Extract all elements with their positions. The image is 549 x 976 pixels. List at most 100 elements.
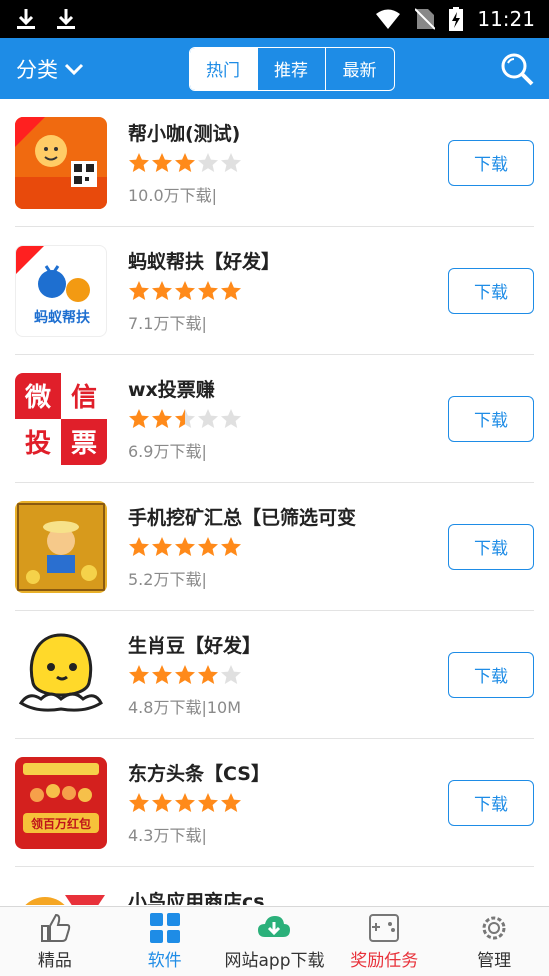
app-list: 帮小咖(测试) 10.0万下载| 下载 蚂蚁帮扶 蚂蚁帮扶【好发】 7.1万下载… <box>0 99 549 905</box>
star-icon <box>198 793 218 812</box>
app-icon: 微 信 投 票 <box>15 372 107 465</box>
star-icon <box>152 665 172 684</box>
battery-charging-icon <box>449 7 464 31</box>
app-name: 东方头条【CS】 <box>128 763 270 785</box>
tab-recommended[interactable]: 推荐 <box>258 47 326 90</box>
app-icon-text: 票 <box>71 429 97 459</box>
download-button[interactable]: 下载 <box>448 523 534 570</box>
list-item[interactable]: 帮小咖(测试) 10.0万下载| 下载 <box>15 99 534 227</box>
app-icon-text: 微 <box>24 382 51 413</box>
app-name: 生肖豆【好发】 <box>128 635 262 657</box>
tab-latest[interactable]: 最新 <box>326 48 394 90</box>
list-item[interactable]: 手机挖矿汇总【已筛选可变 5.2万下载| 下载 <box>15 483 534 611</box>
star-icon <box>221 281 241 300</box>
tab-group: 热门 推荐 最新 <box>188 46 395 91</box>
app-icon-text: 领百万红包 <box>31 816 91 831</box>
star-icon <box>129 665 149 684</box>
nav-label: 奖励任务 <box>350 950 419 971</box>
gamepad-icon <box>369 913 400 942</box>
gear-icon <box>482 916 506 939</box>
download-button[interactable]: 下载 <box>448 267 534 314</box>
category-dropdown[interactable]: 分类 <box>16 54 84 84</box>
app-icon <box>15 885 107 905</box>
status-bar: 11:21 <box>0 0 549 38</box>
nav-item-manage[interactable]: 管理 <box>439 907 549 976</box>
thumbs-up-icon <box>40 913 71 942</box>
app-icon-text: 信 <box>71 383 97 413</box>
list-item[interactable]: 领百万红包 东方头条【CS】 4.3万下载| 下载 <box>15 739 534 867</box>
wifi-icon <box>376 9 401 29</box>
star-icon <box>221 793 241 812</box>
download-count: 10.0万下载| <box>128 186 218 205</box>
star-icon <box>129 793 149 812</box>
search-icon[interactable] <box>499 51 535 87</box>
star-icon <box>129 409 149 428</box>
app-icon-text: 蚂蚁帮扶 <box>34 309 91 326</box>
star-icon <box>129 281 149 300</box>
app-name: wx投票赚 <box>128 379 215 401</box>
nav-item-reward-tasks[interactable]: 奖励任务 <box>329 907 439 976</box>
category-label: 分类 <box>16 57 58 82</box>
list-item[interactable]: 蚂蚁帮扶 蚂蚁帮扶【好发】 7.1万下载| 下载 <box>15 227 534 355</box>
chevron-down-icon <box>64 63 84 75</box>
download-notification-icon <box>57 9 75 29</box>
status-time: 11:21 <box>477 7 535 31</box>
app-icon <box>15 116 107 209</box>
grid-icon <box>149 912 180 943</box>
nav-item-software[interactable]: 软件 <box>110 907 220 976</box>
nav-label: 管理 <box>477 950 512 971</box>
app-name: 手机挖矿汇总【已筛选可变 <box>128 507 357 529</box>
star-icon <box>129 153 149 172</box>
no-sim-icon <box>415 8 436 30</box>
download-count: 7.1万下载| <box>128 314 207 333</box>
star-icon <box>175 153 195 172</box>
nav-label: 网站app下载 <box>224 950 325 971</box>
star-icon <box>175 409 195 428</box>
download-button[interactable]: 下载 <box>448 779 534 826</box>
star-icon <box>221 665 241 684</box>
nav-label: 软件 <box>147 950 182 971</box>
app-name: 帮小咖(测试) <box>128 123 241 145</box>
star-icon <box>198 409 218 428</box>
download-button[interactable]: 下载 <box>448 651 534 698</box>
cloud-download-icon <box>258 915 291 937</box>
list-item[interactable]: 小鸟应用商店cs 下载 <box>15 867 534 905</box>
app-icon-text: 投 <box>25 429 51 459</box>
star-icon <box>221 153 241 172</box>
download-count: 4.3万下载| <box>128 826 207 845</box>
list-item[interactable]: 微 信 投 票 wx投票赚 6.9万下载| 下载 <box>15 355 534 483</box>
bottom-navigation: 精品 软件 网站app下载 奖励任务 管理 <box>0 906 549 976</box>
app-icon: 领百万红包 <box>15 756 107 849</box>
star-icon <box>221 409 241 428</box>
star-icon <box>152 793 172 812</box>
star-icon <box>198 537 218 556</box>
app-header: 分类 热门 推荐 最新 <box>0 38 549 99</box>
nav-label: 精品 <box>37 950 72 971</box>
star-icon <box>175 537 195 556</box>
nav-item-website-app-download[interactable]: 网站app下载 <box>220 907 330 976</box>
app-name: 蚂蚁帮扶【好发】 <box>128 251 281 273</box>
star-icon <box>152 409 172 428</box>
star-icon <box>175 665 195 684</box>
star-icon <box>152 537 172 556</box>
list-item[interactable]: 生肖豆【好发】 4.8万下载|10M 下载 <box>15 611 534 739</box>
download-count: 5.2万下载| <box>128 570 207 589</box>
app-icon <box>15 628 107 721</box>
app-icon <box>15 500 107 593</box>
star-icon <box>221 537 241 556</box>
star-icon <box>198 281 218 300</box>
star-icon <box>198 153 218 172</box>
star-icon <box>198 665 218 684</box>
star-icon <box>152 281 172 300</box>
download-count: 6.9万下载| <box>128 442 207 461</box>
nav-item-featured[interactable]: 精品 <box>0 907 110 976</box>
star-icon <box>175 793 195 812</box>
download-count: 4.8万下载|10M <box>128 698 242 717</box>
tab-hot[interactable]: 热门 <box>189 47 258 90</box>
download-button[interactable]: 下载 <box>448 395 534 442</box>
app-name: 小鸟应用商店cs <box>128 891 265 905</box>
star-icon <box>129 537 149 556</box>
app-icon: 蚂蚁帮扶 <box>15 244 107 337</box>
star-icon <box>152 153 172 172</box>
download-button[interactable]: 下载 <box>448 139 534 186</box>
